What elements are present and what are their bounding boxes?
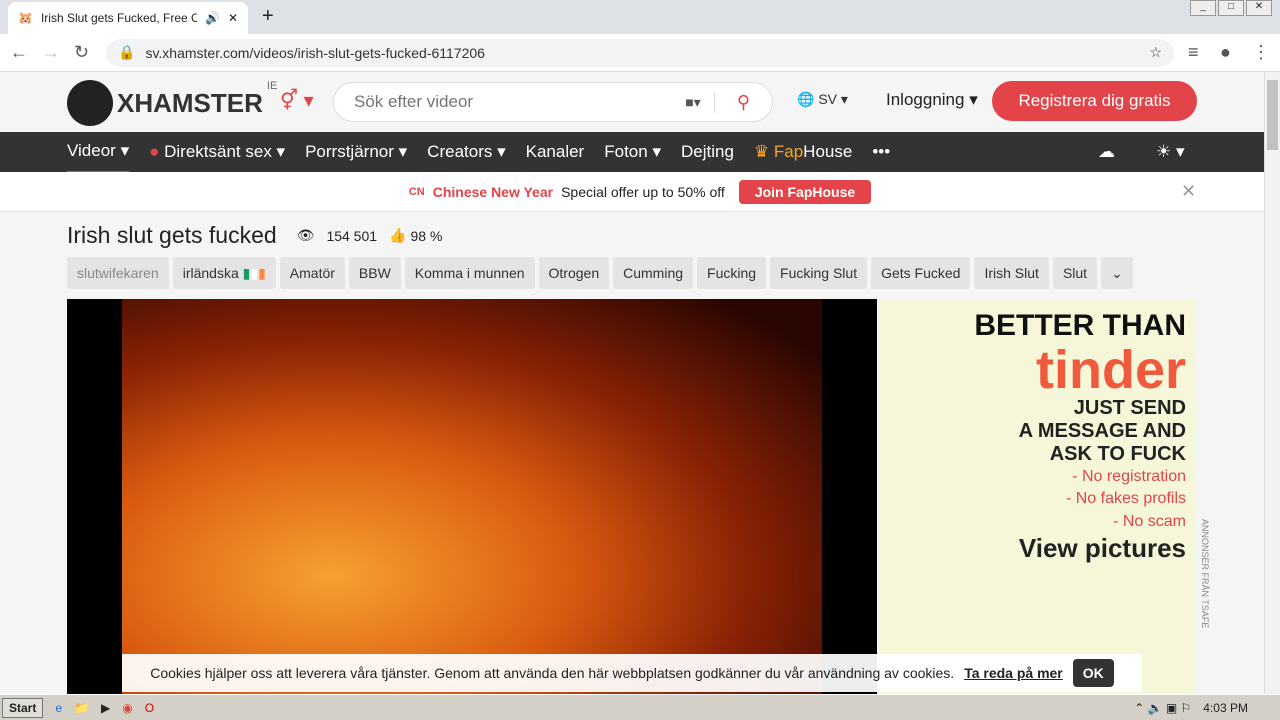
site-header: XHAMSTER IE ⚥ ▾ ■▾ ⚲ 🌐 SV ▾ Inloggning ▾…: [0, 72, 1280, 132]
back-icon[interactable]: ←: [10, 42, 28, 63]
audio-icon[interactable]: 🔊: [205, 11, 220, 25]
favicon-icon: 🐹: [18, 11, 33, 25]
tab-strip: 🐹 Irish Slut gets Fucked, Free Cum 🔊 ✕ +…: [0, 0, 1280, 34]
lock-icon: 🔒: [118, 44, 136, 60]
tag[interactable]: Otrogen: [538, 257, 610, 289]
tag[interactable]: BBW: [348, 257, 401, 289]
ie-icon[interactable]: e: [55, 701, 62, 715]
minimize-button[interactable]: _: [1190, 0, 1216, 16]
video-frame: [122, 299, 822, 694]
login-link[interactable]: Inloggning ▾: [886, 90, 978, 110]
address-bar-row: ← → ↻ 🔒 sv.xhamster.com/videos/irish-slut…: [0, 34, 1280, 72]
video-title: Irish slut gets fucked: [67, 222, 277, 248]
profile-icon[interactable]: ●: [1220, 42, 1238, 63]
upload-icon[interactable]: ☁: [1098, 142, 1115, 162]
opera-icon[interactable]: O: [145, 701, 154, 715]
search-icon[interactable]: ⚲: [714, 91, 772, 113]
nav-creators[interactable]: Creators ▾: [427, 132, 505, 172]
tag[interactable]: irländska ▮▮▮: [172, 257, 276, 289]
tag[interactable]: Cumming: [613, 257, 694, 289]
hamster-logo-icon: [67, 80, 113, 126]
close-window-button[interactable]: ✕: [1246, 0, 1272, 16]
nav-faphouse[interactable]: ♛ FapHouse: [754, 132, 852, 172]
learn-more-link[interactable]: Ta reda på mer: [964, 665, 1063, 681]
tag[interactable]: Gets Fucked: [871, 257, 971, 289]
chrome-icon[interactable]: ◉: [122, 701, 132, 715]
cookie-ok-button[interactable]: OK: [1072, 659, 1114, 687]
forward-icon[interactable]: →: [42, 42, 60, 63]
video-filter-icon[interactable]: ■▾: [672, 94, 714, 111]
orientation-icon[interactable]: ⚥ ▾: [280, 88, 314, 113]
nav-photos[interactable]: Foton ▾: [604, 132, 661, 172]
search-input[interactable]: [354, 92, 672, 112]
url-field[interactable]: 🔒 sv.xhamster.com/videos/irish-slut-gets-…: [106, 38, 1174, 67]
maximize-button[interactable]: □: [1218, 0, 1244, 16]
tag[interactable]: Slut: [1052, 257, 1098, 289]
browser-tab[interactable]: 🐹 Irish Slut gets Fucked, Free Cum 🔊 ✕: [8, 2, 248, 34]
scrollbar[interactable]: [1264, 72, 1280, 694]
eye-icon: 👁: [296, 227, 315, 243]
close-tab-icon[interactable]: ✕: [228, 11, 238, 25]
clock: 4:03 PM: [1203, 700, 1248, 715]
main-nav: Videor ▾ ● Direktsänt sex ▾ Porrstjärnor…: [0, 131, 1280, 174]
cookie-banner: Cookies hjälper oss att leverera våra tj…: [122, 654, 1142, 692]
explorer-icon[interactable]: 📁: [74, 701, 89, 715]
nav-pornstars[interactable]: Porrstjärnor ▾: [305, 132, 407, 172]
new-tab-button[interactable]: +: [262, 5, 274, 28]
tag-list: slutwifekaren irländska ▮▮▮ Amatör BBW K…: [67, 257, 1133, 289]
close-icon[interactable]: ✕: [1181, 181, 1196, 202]
taskbar: Start e 📁 ▶ ◉ O ⌃ 🔈 ▣ ⚐ 4:03 PM: [0, 694, 1280, 720]
reload-icon[interactable]: ↻: [74, 42, 92, 63]
menu-icon[interactable]: ⋮: [1252, 42, 1270, 63]
tag[interactable]: Fucking Slut: [770, 257, 868, 289]
video-player[interactable]: [67, 299, 877, 694]
media-icon[interactable]: ≡: [1188, 42, 1206, 63]
nav-videos[interactable]: Videor ▾: [67, 131, 130, 174]
window-controls: _ □ ✕: [1190, 0, 1272, 16]
tag[interactable]: Amatör: [279, 257, 345, 289]
media-player-icon[interactable]: ▶: [101, 701, 110, 715]
thumbs-up-icon[interactable]: 👍: [389, 227, 406, 244]
tag[interactable]: Irish Slut: [974, 257, 1049, 289]
tray-icons: ⌃ 🔈 ▣ ⚐: [1134, 700, 1192, 715]
register-button[interactable]: Registrera dig gratis: [992, 81, 1197, 121]
logo[interactable]: XHAMSTER IE: [67, 80, 277, 126]
promo-banner: CN Chinese New Year Special offer up to …: [0, 172, 1280, 212]
start-button[interactable]: Start: [2, 697, 44, 718]
video-title-row: Irish slut gets fucked 👁 154 501 👍 98 %: [67, 222, 443, 248]
advertisement[interactable]: BETTER THAN tinder JUST SEND A MESSAGE AN…: [880, 299, 1210, 694]
nav-dating[interactable]: Dejting: [681, 132, 734, 172]
star-icon[interactable]: ☆: [1149, 44, 1162, 61]
nav-live[interactable]: ● Direktsänt sex ▾: [149, 132, 285, 172]
expand-tags-icon[interactable]: ⌄: [1101, 257, 1133, 289]
theme-icon[interactable]: ☀ ▾: [1156, 142, 1185, 162]
nav-channels[interactable]: Kanaler: [526, 132, 585, 172]
join-faphouse-button[interactable]: Join FapHouse: [738, 179, 872, 204]
tag[interactable]: Fucking: [697, 257, 767, 289]
tag[interactable]: Komma i munnen: [404, 257, 535, 289]
search-box: ■▾ ⚲: [333, 82, 773, 122]
language-selector[interactable]: 🌐 SV ▾: [797, 91, 848, 108]
more-icon[interactable]: •••: [872, 132, 890, 172]
tag[interactable]: slutwifekaren: [67, 257, 169, 289]
